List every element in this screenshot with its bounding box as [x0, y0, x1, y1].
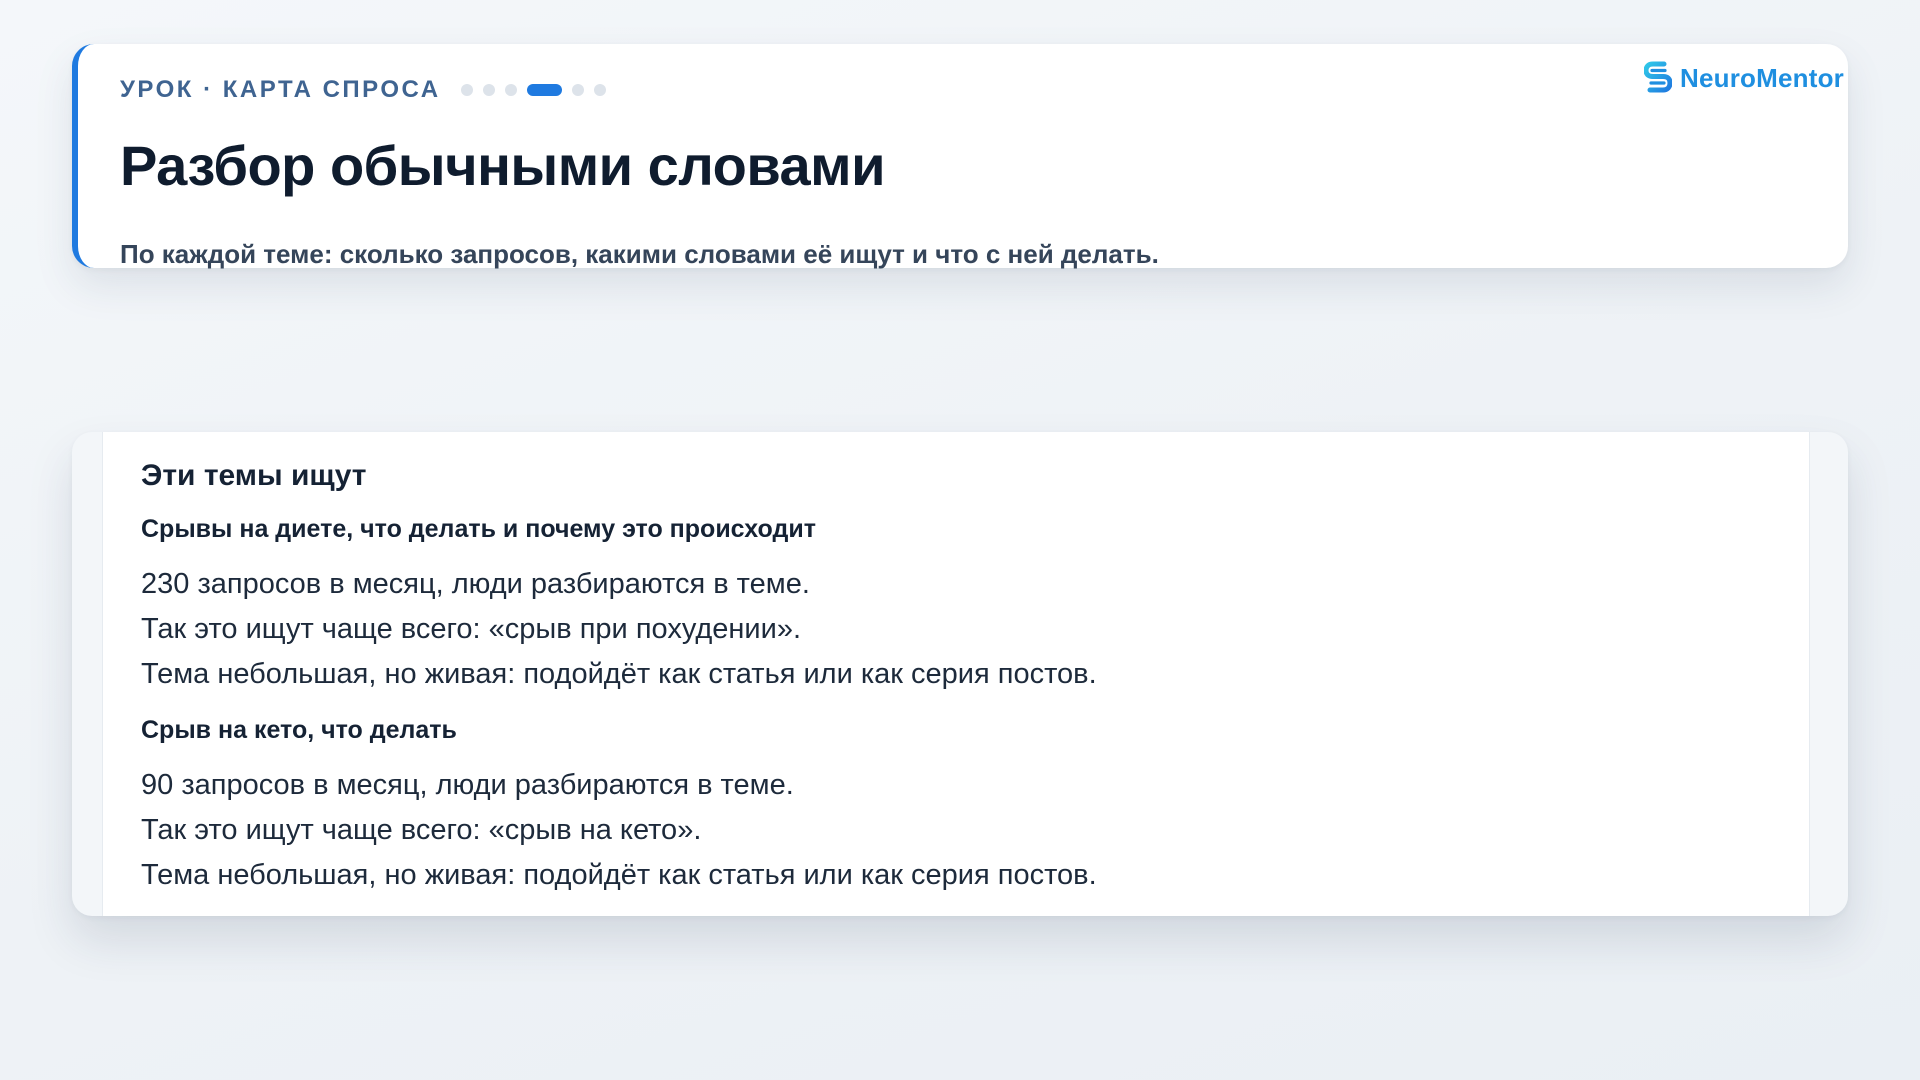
- topic-advice-line: Тема небольшая, но живая: подойдёт как с…: [141, 658, 1097, 690]
- lesson-header-card: УРОК · КАРТА СПРОСА Разбор обычными слов…: [72, 44, 1848, 268]
- topic-query-line: Так это ищут чаще всего: «срыв при похуд…: [141, 613, 802, 645]
- topic-title: Срыв на кето, что делать: [141, 716, 457, 744]
- brand-logo: NeuroMentor: [1644, 58, 1844, 98]
- progress-dot-4-current: [526, 84, 562, 96]
- brand-name: NeuroMentor: [1680, 62, 1844, 93]
- neuromentor-logo-icon: [1644, 61, 1673, 93]
- lesson-eyebrow: УРОК · КАРТА СПРОСА: [120, 76, 441, 103]
- progress-dot-2: [482, 84, 495, 96]
- topics-panel[interactable]: Эти темы ищут Срывы на диете, что делать…: [102, 432, 1810, 916]
- topic-item: Срывы на диете, что делать и почему это …: [141, 514, 1741, 697]
- topic-advice-line: Тема небольшая, но живая: подойдёт как с…: [141, 859, 1097, 891]
- topic-item: Срыв на кето, что делать 90 запросов в м…: [141, 715, 1741, 898]
- topic-description: 230 запросов в месяц, люди разбираются в…: [141, 562, 1741, 697]
- topic-volume-line: 230 запросов в месяц, люди разбираются в…: [141, 568, 810, 600]
- topics-card: Эти темы ищут Срывы на диете, что делать…: [72, 432, 1848, 916]
- progress-dot-1: [460, 84, 473, 96]
- progress-dot-3: [504, 84, 517, 96]
- topic-query-line: Так это ищут чаще всего: «срыв на кето».: [141, 814, 702, 846]
- eyebrow-row: УРОК · КАРТА СПРОСА: [120, 76, 616, 104]
- progress-dot-5: [571, 84, 584, 96]
- section-title: Эти темы ищут: [141, 459, 367, 492]
- progress-dot-6: [593, 84, 606, 96]
- topic-title: Срывы на диете, что делать и почему это …: [141, 515, 816, 543]
- page-subtitle: По каждой теме: сколько запросов, какими…: [120, 239, 1159, 269]
- page-title: Разбор обычными словами: [120, 134, 886, 197]
- topic-volume-line: 90 запросов в месяц, люди разбираются в …: [141, 769, 794, 801]
- progress-dots: [460, 84, 616, 96]
- topic-description: 90 запросов в месяц, люди разбираются в …: [141, 763, 1741, 898]
